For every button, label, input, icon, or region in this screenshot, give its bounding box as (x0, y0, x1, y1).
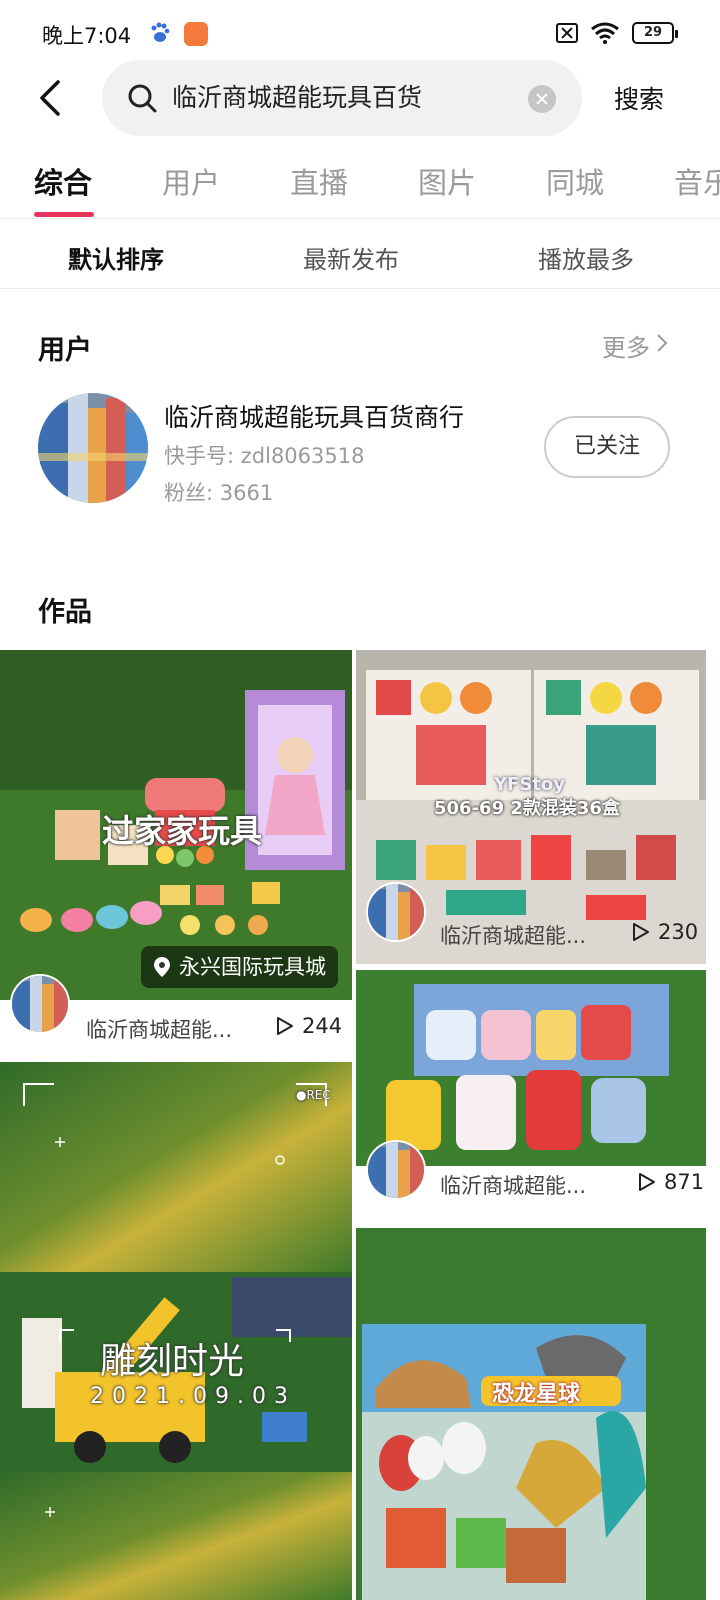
users-section-title: 用户 (38, 335, 92, 366)
rec-indicator: ●REC (296, 1088, 331, 1102)
user-id: 快手号: zdl8063518 (164, 444, 365, 468)
search-query: 临沂商城超能玩具百货 (172, 83, 423, 112)
tab-music[interactable]: 音乐 (674, 160, 720, 202)
author-avatar[interactable] (10, 974, 70, 1034)
video-overlay-caption: 506-69 2款混装36盒 (434, 798, 620, 819)
baidu-paw-icon (151, 22, 170, 42)
video-thumbnail (0, 1062, 352, 1600)
user-avatar[interactable] (38, 393, 148, 503)
play-count: 871 (664, 1170, 705, 1194)
tab-live[interactable]: 直播 (290, 160, 348, 202)
product-title-text: 恐龙星球 (492, 1382, 581, 1407)
sort-default[interactable]: 默认排序 (68, 240, 164, 275)
user-name[interactable]: 临沂商城超能玩具百货商行 (164, 398, 464, 434)
video-card-footer: 临沂商城超能... 871 (356, 1140, 706, 1222)
location-tag[interactable]: 永兴国际玩具城 (141, 946, 338, 988)
video-card[interactable]: 过家家玩具 永兴国际玩具城 临沂商城超能... 244 (0, 650, 352, 1062)
battery-icon: 29 (632, 22, 678, 44)
wifi-icon (591, 22, 619, 44)
active-tab-indicator (34, 212, 94, 217)
play-count: 230 (658, 920, 699, 944)
video-overlay-title: 过家家玩具 (102, 812, 263, 850)
video-card[interactable]: YFStoy 506-69 2款混装36盒 临沂商城超能... 230 (356, 650, 706, 964)
no-sim-icon (556, 23, 578, 43)
play-icon (633, 923, 649, 941)
author-avatar[interactable] (366, 1140, 426, 1200)
video-card-footer: 临沂商城超能... 230 (356, 882, 706, 964)
tab-images[interactable]: 图片 (418, 160, 476, 202)
works-section-title: 作品 (38, 597, 92, 628)
video-author: 临沂商城超能... (440, 1174, 587, 1198)
sort-most-played[interactable]: 播放最多 (538, 240, 634, 275)
user-fans: 粉丝: 3661 (164, 481, 274, 505)
video-overlay-date: 2021.09.03 (90, 1384, 296, 1409)
location-text: 永兴国际玩具城 (179, 955, 326, 979)
sort-newest[interactable]: 最新发布 (303, 240, 399, 275)
tab-comprehensive[interactable]: 综合 (34, 160, 92, 202)
play-icon (639, 1173, 655, 1191)
video-thumbnail (356, 970, 706, 1166)
tab-users[interactable]: 用户 (162, 160, 220, 202)
play-count: 244 (302, 1014, 343, 1038)
video-card-footer: 临沂商城超能... 244 (0, 974, 352, 1062)
tab-nearby[interactable]: 同城 (546, 160, 604, 202)
location-pin-icon (154, 957, 170, 977)
video-overlay-title: 雕刻时光 (100, 1341, 245, 1382)
video-overlay-brand: YFStoy (494, 774, 565, 795)
video-author: 临沂商城超能... (440, 924, 587, 948)
divider (0, 218, 720, 219)
play-icon (277, 1017, 293, 1035)
video-author: 临沂商城超能... (86, 1018, 233, 1042)
result-tabs: 综合 用户 直播 图片 同城 音乐 (0, 152, 720, 220)
more-users-link[interactable]: 更多 (602, 328, 650, 363)
divider (0, 288, 720, 289)
video-card[interactable]: 恐龙星球 (356, 1228, 706, 1600)
chevron-right-icon[interactable] (656, 333, 668, 353)
clear-icon[interactable] (528, 85, 556, 113)
video-card[interactable]: 临沂商城超能... 871 (356, 970, 706, 1224)
search-icon (128, 84, 157, 113)
video-thumbnail (356, 1228, 706, 1600)
notification-app-icon (184, 22, 208, 46)
video-card[interactable]: ●REC 雕刻时光 2021.09.03 (0, 1062, 352, 1600)
search-button[interactable]: 搜索 (614, 80, 664, 116)
author-avatar[interactable] (366, 882, 426, 942)
search-input[interactable]: 临沂商城超能玩具百货 (102, 60, 582, 136)
follow-button[interactable]: 已关注 (544, 416, 670, 478)
status-bar: 晚上7:04 29 (0, 0, 720, 68)
status-time: 晚上7:04 (42, 24, 132, 48)
back-arrow-icon[interactable] (34, 78, 70, 118)
